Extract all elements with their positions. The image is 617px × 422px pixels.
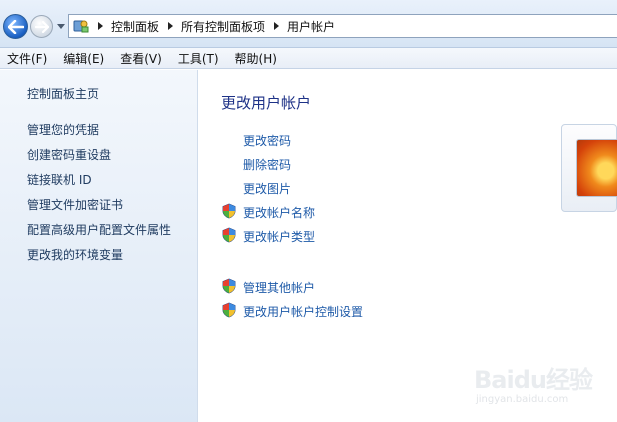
uac-shield-icon: [222, 203, 236, 219]
sidebar-item-environment-variables[interactable]: 更改我的环境变量: [27, 246, 123, 263]
menu-view[interactable]: 查看(V): [112, 50, 170, 67]
change-account-type-link[interactable]: 更改帐户类型: [243, 228, 315, 245]
uac-shield-icon: [222, 302, 236, 318]
sidebar-item-manage-credentials[interactable]: 管理您的凭据: [27, 121, 99, 138]
sidebar-item-advanced-profile-properties[interactable]: 配置高级用户配置文件属性: [27, 221, 171, 238]
breadcrumb-item-all-items[interactable]: 所有控制面板项: [181, 18, 265, 35]
menu-edit[interactable]: 编辑(E): [55, 50, 112, 67]
uac-settings-link[interactable]: 更改用户帐户控制设置: [243, 303, 363, 320]
sidebar-item-link-online-id[interactable]: 链接联机 ID: [27, 171, 92, 188]
baidu-watermark: Baidu经验 jingyan.baidu.com: [474, 360, 614, 416]
change-password-link[interactable]: 更改密码: [243, 132, 291, 149]
back-arrow-icon: [8, 20, 24, 34]
sidebar-item-control-panel-home[interactable]: 控制面板主页: [27, 85, 99, 102]
address-bar: 控制面板 所有控制面板项 用户帐户: [0, 0, 617, 48]
menu-help[interactable]: 帮助(H): [227, 50, 285, 67]
watermark-url: jingyan.baidu.com: [476, 394, 569, 405]
remove-password-link[interactable]: 删除密码: [243, 156, 291, 173]
back-button[interactable]: [3, 14, 28, 39]
menu-tools[interactable]: 工具(T): [170, 50, 227, 67]
breadcrumb-separator-icon[interactable]: [274, 22, 280, 30]
manage-other-accounts-link[interactable]: 管理其他帐户: [243, 279, 315, 296]
uac-shield-icon: [222, 278, 236, 294]
menu-file[interactable]: 文件(F): [0, 50, 55, 67]
forward-button[interactable]: [30, 15, 53, 38]
user-picture-frame: [561, 124, 617, 212]
breadcrumb-separator-icon[interactable]: [168, 22, 174, 30]
breadcrumb-item-control-panel[interactable]: 控制面板: [111, 18, 159, 35]
breadcrumb[interactable]: 控制面板 所有控制面板项 用户帐户: [68, 14, 617, 38]
change-picture-link[interactable]: 更改图片: [243, 180, 291, 197]
user-avatar: [576, 139, 617, 197]
change-account-name-link[interactable]: 更改帐户名称: [243, 204, 315, 221]
sidebar-item-password-reset-disk[interactable]: 创建密码重设盘: [27, 146, 111, 163]
sidebar-item-file-encryption-certificates[interactable]: 管理文件加密证书: [27, 196, 123, 213]
breadcrumb-separator-icon[interactable]: [98, 22, 103, 30]
forward-arrow-icon: [35, 21, 49, 33]
sidebar: 控制面板主页 管理您的凭据 创建密码重设盘 链接联机 ID 管理文件加密证书 配…: [0, 70, 198, 422]
watermark-logo: Baidu经验: [474, 366, 593, 394]
breadcrumb-item-user-accounts[interactable]: 用户帐户: [287, 18, 335, 35]
history-dropdown-icon[interactable]: [57, 24, 65, 29]
uac-shield-icon: [222, 227, 236, 243]
control-panel-icon: [73, 20, 89, 33]
page-title: 更改用户帐户: [221, 94, 312, 112]
menu-bar: 文件(F) 编辑(E) 查看(V) 工具(T) 帮助(H): [0, 48, 617, 69]
